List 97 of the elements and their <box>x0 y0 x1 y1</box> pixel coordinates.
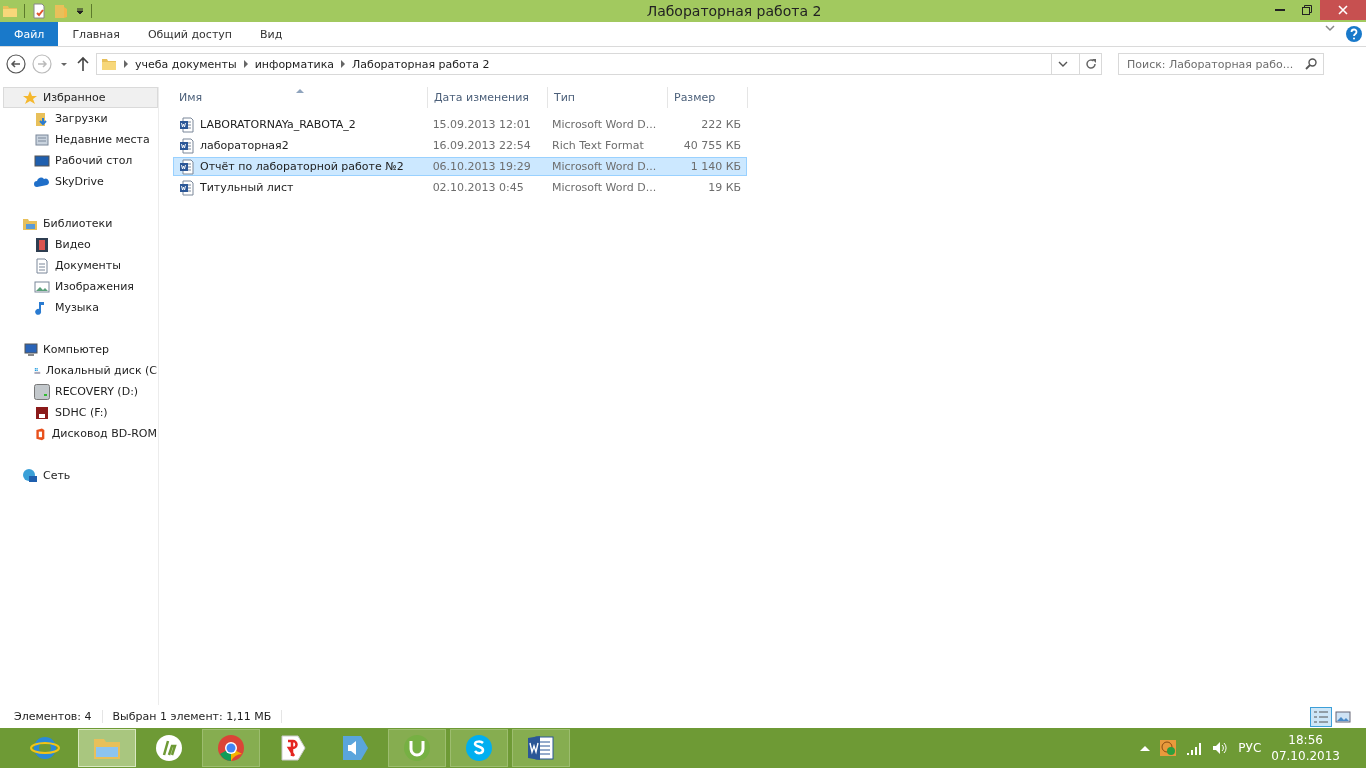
date-cell-text: 06.10.2013 19:29 <box>431 160 532 173</box>
ribbon-tab[interactable]: Главная <box>58 22 134 46</box>
signal-bars-icon[interactable] <box>1186 741 1203 755</box>
sidebar-item[interactable]: Видео <box>3 234 158 255</box>
sidebar-item[interactable]: Компьютер <box>3 339 158 360</box>
sidebar-item[interactable]: Загрузки <box>3 108 158 129</box>
help-button[interactable] <box>1346 26 1362 42</box>
sort-caret-icon <box>296 88 304 93</box>
file-name: LABORATORNAYa_RABOTA_2 <box>200 118 356 131</box>
sidebar-item[interactable]: Изображения <box>3 276 158 297</box>
speaker-icon[interactable] <box>340 733 370 763</box>
minimize-icon <box>1274 9 1285 11</box>
ribbon-tab[interactable]: Общий доступ <box>133 22 246 46</box>
type-cell-text: Microsoft Word D... <box>551 181 658 194</box>
chevron-right-icon <box>123 60 129 68</box>
word-document-icon <box>179 116 195 133</box>
type-cell-text: Microsoft Word D... <box>551 160 658 173</box>
search-field[interactable]: Поиск: Лабораторная рабо... <box>1118 53 1324 75</box>
file-name: Титульный лист <box>200 181 294 194</box>
word-document-icon <box>179 158 195 175</box>
sd-card-icon <box>34 404 50 421</box>
file-row[interactable]: Титульный лист 02.10.2013 0:45 Microsoft Word D... 19 КБ <box>173 178 747 197</box>
refresh-icon <box>1084 58 1097 70</box>
search-icon <box>1305 58 1317 70</box>
details-view-button[interactable] <box>1310 706 1332 727</box>
date-cell-text: 02.10.2013 0:45 <box>431 181 525 194</box>
network-globe-icon <box>22 467 38 484</box>
dropdown-arrow-icon[interactable] <box>75 6 85 16</box>
chevron-down-icon <box>1324 22 1336 34</box>
sidebar-item[interactable]: Избранное <box>3 87 158 108</box>
film-icon <box>34 236 50 253</box>
sidebar-item[interactable]: Библиотеки <box>3 213 158 234</box>
chrome-icon[interactable] <box>216 733 246 763</box>
recent-places-icon <box>34 131 50 148</box>
word-document-icon <box>179 137 195 154</box>
breadcrumb[interactable]: Лабораторная работа 2 <box>352 57 490 71</box>
sidebar-item[interactable]: Локальный диск (С <box>3 360 158 381</box>
selection-info: Выбран 1 элемент: 1,11 МБ <box>112 710 283 723</box>
file-name: лабораторная2 <box>200 139 289 152</box>
close-icon <box>1338 5 1348 15</box>
speaker-icon[interactable] <box>1212 741 1229 755</box>
folder-icon <box>2 3 18 19</box>
column-header[interactable]: Имя <box>173 87 428 108</box>
chevron-right-icon <box>340 60 347 68</box>
breadcrumb[interactable]: информатика <box>254 57 335 71</box>
document-icon <box>34 257 50 274</box>
taskbar-button[interactable] <box>512 729 570 767</box>
file-row[interactable]: лабораторная2 16.09.2013 22:54 Rich Text Format 40 755 КБ <box>173 136 747 155</box>
sidebar-item[interactable]: SkyDrive <box>3 171 158 192</box>
properties-document-icon[interactable] <box>31 3 47 19</box>
show-hidden-icons-icon[interactable] <box>1140 745 1151 751</box>
sidebar-item[interactable]: Рабочий стол <box>3 150 158 171</box>
desktop-icon <box>34 152 50 169</box>
drive-icon <box>34 383 50 400</box>
restore-icon <box>1301 5 1312 15</box>
sidebar-item[interactable]: Недавние места <box>3 129 158 150</box>
forward-button[interactable] <box>32 54 52 74</box>
date-cell-text: 16.09.2013 22:54 <box>431 139 532 152</box>
address-bar[interactable]: учеба документы информатика Лабораторная работа 2 <box>96 53 1102 75</box>
size-cell-text: 1 140 КБ <box>689 160 742 173</box>
chevron-down-icon <box>1057 59 1068 69</box>
folder-icon <box>101 56 117 72</box>
item-count: Элементов: 4 <box>14 710 103 723</box>
ribbon-tab[interactable]: Файл <box>0 22 59 46</box>
window-title: Лабораторная работа 2 <box>645 3 823 19</box>
sidebar-item[interactable]: RECOVERY (D:) <box>3 381 158 402</box>
sidebar-item[interactable]: Дисковод BD-ROM <box>3 423 158 444</box>
word-logo-icon[interactable] <box>526 733 556 763</box>
column-header[interactable]: Дата изменения <box>428 87 548 108</box>
up-button[interactable] <box>76 56 90 72</box>
type-cell-text: Microsoft Word D... <box>551 118 658 131</box>
sidebar-item[interactable]: Сеть <box>3 465 158 486</box>
chevron-right-icon <box>242 60 249 68</box>
ribbon-tab[interactable]: Вид <box>246 22 297 46</box>
sidebar-item[interactable]: SDHC (F:) <box>3 402 158 423</box>
image-icon <box>34 278 50 295</box>
date-cell-text: 15.09.2013 12:01 <box>431 118 532 131</box>
torrent-logo-icon[interactable] <box>402 733 432 763</box>
type-cell-text: Rich Text Format <box>551 139 645 152</box>
size-cell-text: 222 КБ <box>700 118 742 131</box>
star-icon <box>22 89 38 106</box>
sidebar-item[interactable]: Документы <box>3 255 158 276</box>
computer-icon <box>22 341 38 358</box>
word-document-icon <box>179 179 195 196</box>
file-row[interactable]: LABORATORNAYa_RABOTA_2 15.09.2013 12:01 Microsoft Word D... 222 КБ <box>173 115 747 134</box>
file-name: Отчёт по лабораторной работе №2 <box>200 160 404 173</box>
file-row[interactable]: Отчёт по лабораторной работе №2 06.10.2013 19:29 Microsoft Word D... 1 140 КБ <box>173 157 747 176</box>
network-globe-icon[interactable] <box>1160 740 1177 756</box>
column-header[interactable]: Размер <box>668 87 748 108</box>
back-button[interactable] <box>6 54 26 74</box>
sidebar-item[interactable]: Музыка <box>3 297 158 318</box>
size-cell-text: 19 КБ <box>707 181 742 194</box>
size-cell-text: 40 755 КБ <box>682 139 742 152</box>
downloads-folder-icon <box>34 110 50 127</box>
column-header[interactable]: Тип <box>548 87 668 108</box>
breadcrumb[interactable]: учеба документы <box>135 57 237 71</box>
skype-logo-icon[interactable] <box>464 733 494 763</box>
